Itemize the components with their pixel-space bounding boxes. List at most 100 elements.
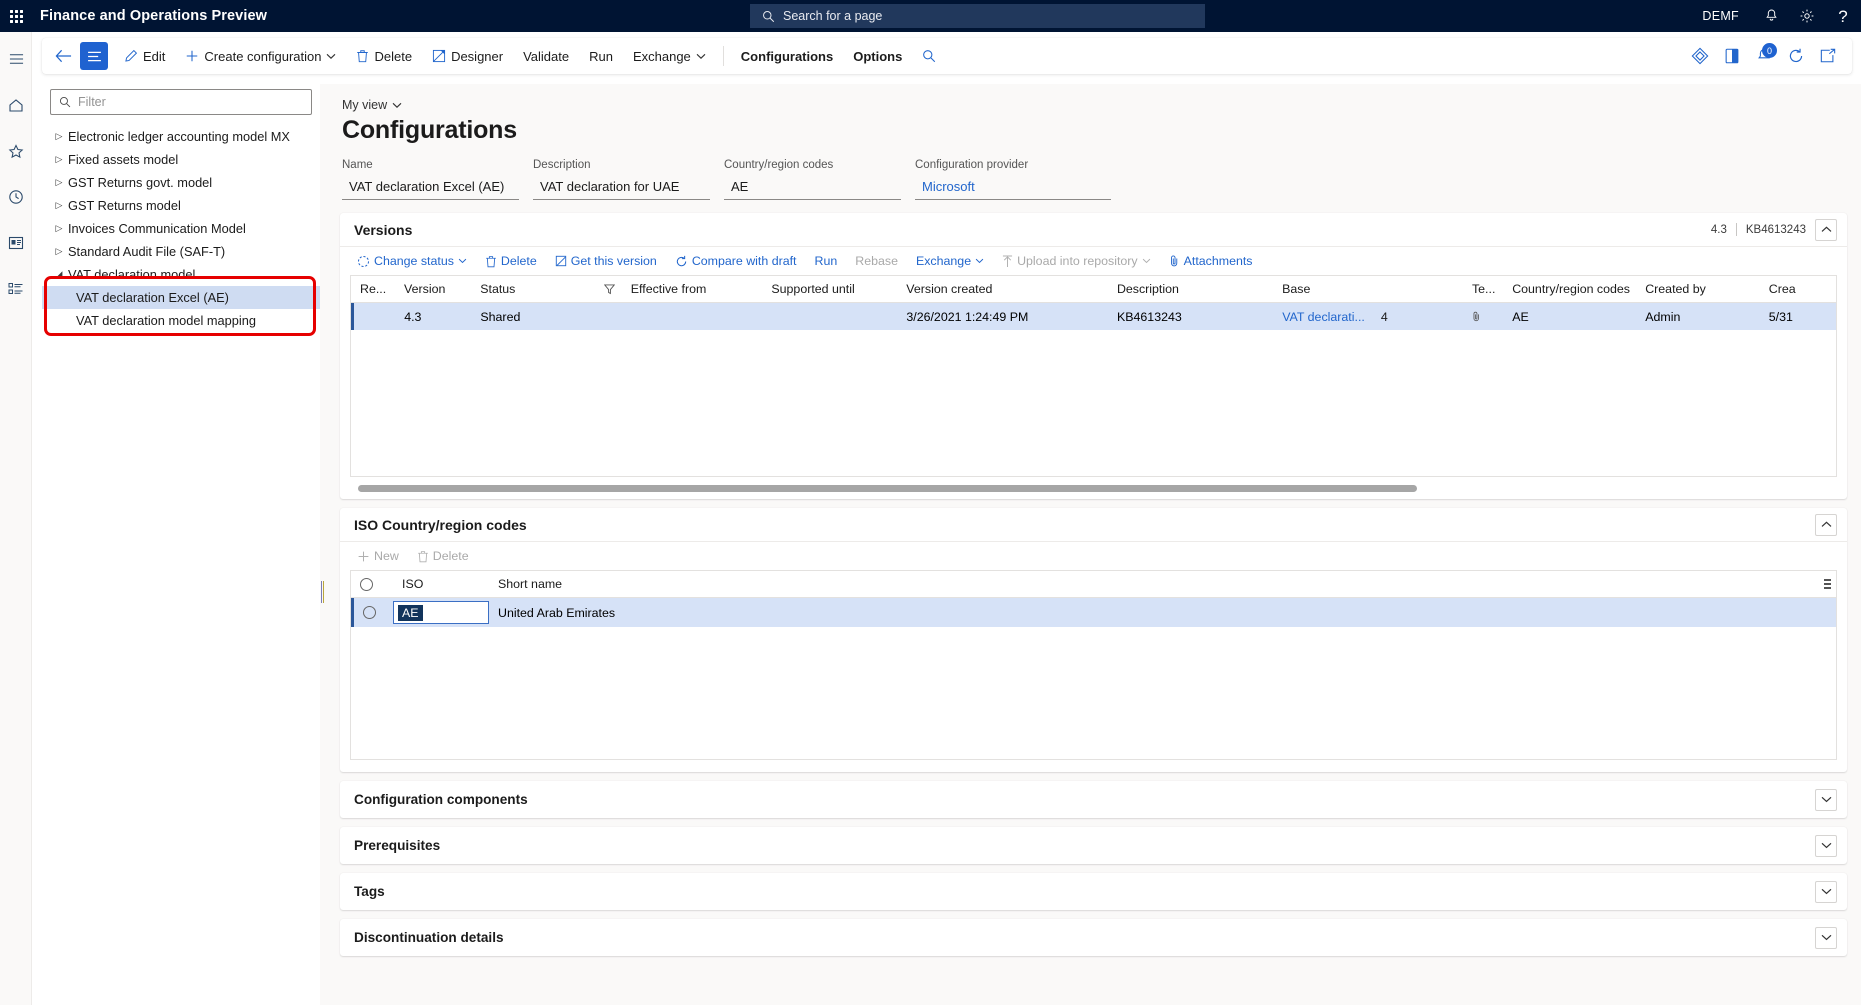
tree-node-label: Fixed assets model <box>68 152 179 167</box>
configuration-components-fasttab[interactable]: Configuration components <box>340 781 1847 818</box>
tree-node-vat-declaration-model[interactable]: ◢ VAT declaration model <box>42 263 320 286</box>
iso-fasttab-header[interactable]: ISO Country/region codes <box>340 508 1847 541</box>
versions-grid-row[interactable]: 4.3 Shared 3/26/2021 1:24:49 PM KB461324… <box>351 303 1836 330</box>
app-launcher-button[interactable] <box>0 0 32 32</box>
col-header-effective-from[interactable]: Effective from <box>622 282 763 296</box>
tree-node-electronic-ledger-accounting-model-mx[interactable]: ▷ Electronic ledger accounting model MX <box>42 125 320 148</box>
column-options-icon[interactable] <box>1810 579 1836 589</box>
edit-button[interactable]: Edit <box>114 41 175 71</box>
paperclip-icon[interactable] <box>1463 310 1503 323</box>
chevron-right-icon[interactable]: ▷ <box>50 200 68 211</box>
tags-fasttab[interactable]: Tags <box>340 873 1847 910</box>
change-status-button[interactable]: Change status <box>348 249 476 273</box>
chevron-right-icon[interactable]: ▷ <box>50 131 68 142</box>
prerequisites-fasttab[interactable]: Prerequisites <box>340 827 1847 864</box>
tree-filter-input[interactable]: Filter <box>50 89 312 115</box>
col-header-base[interactable]: Base <box>1273 282 1463 296</box>
power-bi-icon[interactable] <box>1684 40 1716 72</box>
company-selector[interactable]: DEMF <box>1688 0 1753 32</box>
col-header-short-name[interactable]: Short name <box>489 577 1810 591</box>
tree-node-gst-returns-model[interactable]: ▷ GST Returns model <box>42 194 320 217</box>
open-in-new-window-icon[interactable] <box>1812 40 1844 72</box>
tab-configurations[interactable]: Configurations <box>731 41 843 71</box>
run-button[interactable]: Run <box>579 41 623 71</box>
workspaces-icon[interactable] <box>0 226 32 260</box>
help-button[interactable]: ? <box>1825 0 1861 32</box>
prerequisites-expand-button[interactable] <box>1815 834 1837 857</box>
versions-fasttab-header[interactable]: Versions 4.3 KB4613243 <box>340 213 1847 246</box>
discontinuation-details-expand-button[interactable] <box>1815 926 1837 949</box>
versions-collapse-button[interactable] <box>1815 218 1837 241</box>
tree-node-gst-returns-govt-model[interactable]: ▷ GST Returns govt. model <box>42 171 320 194</box>
tree-node-invoices-communication-model[interactable]: ▷ Invoices Communication Model <box>42 217 320 240</box>
col-header-version[interactable]: Version <box>395 282 471 296</box>
scrollbar-thumb[interactable] <box>358 484 1418 492</box>
col-header-iso[interactable]: ISO <box>393 577 489 591</box>
notifications-button[interactable] <box>1753 0 1789 32</box>
view-selector[interactable]: My view <box>342 98 402 112</box>
field-name-input[interactable]: VAT declaration Excel (AE) <box>342 176 519 200</box>
star-icon[interactable] <box>0 134 32 168</box>
tab-options[interactable]: Options <box>843 41 912 71</box>
col-header-te[interactable]: Te... <box>1463 282 1503 296</box>
col-header-rev[interactable]: Re... <box>351 282 395 296</box>
designer-button[interactable]: Designer <box>422 41 513 71</box>
hamburger-menu-icon[interactable] <box>0 42 32 76</box>
field-configuration-provider-value[interactable]: Microsoft <box>915 176 1111 200</box>
back-button[interactable] <box>48 41 78 71</box>
tree-node-vat-declaration-model-mapping[interactable]: VAT declaration model mapping <box>42 309 320 332</box>
cell-base-link[interactable]: VAT declarati... <box>1282 310 1365 324</box>
cell-iso-editor[interactable]: AE <box>393 601 489 624</box>
show-list-toggle-button[interactable] <box>80 42 108 70</box>
tree-node-fixed-assets-model[interactable]: ▷ Fixed assets model <box>42 148 320 171</box>
clock-icon[interactable] <box>0 180 32 214</box>
chevron-down-icon[interactable]: ◢ <box>50 269 68 280</box>
compare-with-draft-button[interactable]: Compare with draft <box>666 249 806 273</box>
chevron-right-icon[interactable]: ▷ <box>50 154 68 165</box>
attachments-button[interactable]: Attachments <box>1160 249 1262 273</box>
prerequisites-title: Prerequisites <box>354 838 441 853</box>
discontinuation-details-fasttab[interactable]: Discontinuation details <box>340 919 1847 956</box>
filter-icon[interactable] <box>595 283 622 295</box>
versions-summary-version: 4.3 <box>1710 223 1727 236</box>
refresh-icon[interactable] <box>1780 40 1812 72</box>
field-description-input[interactable]: VAT declaration for UAE <box>533 176 710 200</box>
versions-run-button[interactable]: Run <box>806 249 847 273</box>
col-header-created-by[interactable]: Created by <box>1636 282 1760 296</box>
chevron-right-icon[interactable]: ▷ <box>50 177 68 188</box>
modules-icon[interactable] <box>0 272 32 306</box>
col-header-country-codes[interactable]: Country/region codes <box>1503 282 1636 296</box>
tags-expand-button[interactable] <box>1815 880 1837 903</box>
get-this-version-button[interactable]: Get this version <box>546 249 666 273</box>
tree-node-standard-audit-file-saf-t[interactable]: ▷ Standard Audit File (SAF-T) <box>42 240 320 263</box>
col-header-version-created[interactable]: Version created <box>897 282 1108 296</box>
chevron-right-icon[interactable]: ▷ <box>50 246 68 257</box>
configuration-components-expand-button[interactable] <box>1815 788 1837 811</box>
iso-collapse-button[interactable] <box>1815 513 1837 536</box>
col-header-created[interactable]: Crea <box>1760 282 1836 296</box>
select-all-radio[interactable] <box>351 577 393 591</box>
notifications-icon[interactable]: 0 <box>1748 40 1780 72</box>
versions-exchange-button[interactable]: Exchange <box>907 249 993 273</box>
command-search-button[interactable] <box>912 41 946 71</box>
home-icon[interactable] <box>0 88 32 122</box>
exchange-menu-button[interactable]: Exchange <box>623 41 716 71</box>
delete-button[interactable]: Delete <box>346 41 422 71</box>
col-header-description[interactable]: Description <box>1108 282 1273 296</box>
iso-code-input[interactable]: AE <box>393 601 489 624</box>
validate-button[interactable]: Validate <box>513 41 579 71</box>
iso-grid-row[interactable]: AE United Arab Emirates <box>351 598 1836 627</box>
global-search-box[interactable]: Search for a page <box>750 4 1205 28</box>
chevron-right-icon[interactable]: ▷ <box>50 223 68 234</box>
settings-button[interactable] <box>1789 0 1825 32</box>
versions-grid-horizontal-scrollbar[interactable] <box>350 477 1837 499</box>
cell-base[interactable]: VAT declarati... 4 <box>1273 310 1463 324</box>
versions-delete-button[interactable]: Delete <box>476 249 546 273</box>
tree-node-vat-declaration-excel-ae[interactable]: VAT declaration Excel (AE) <box>42 286 320 309</box>
col-header-status[interactable]: Status <box>471 282 595 296</box>
col-header-supported-until[interactable]: Supported until <box>762 282 897 296</box>
row-select-radio[interactable] <box>354 606 393 619</box>
create-configuration-button[interactable]: Create configuration <box>175 41 346 71</box>
office-icon[interactable] <box>1716 40 1748 72</box>
field-country-region-codes-input[interactable]: AE <box>724 176 901 200</box>
